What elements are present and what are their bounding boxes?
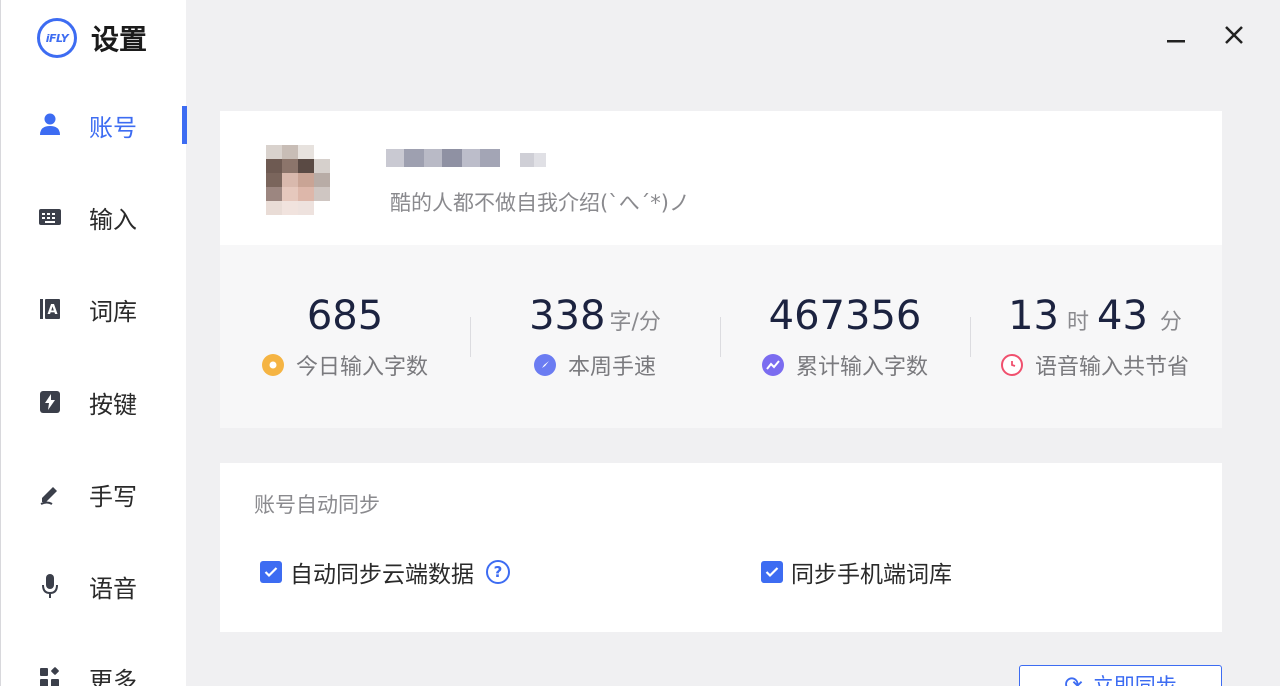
- auto-sync-cloud-option[interactable]: 自动同步云端数据 ?: [260, 555, 510, 589]
- check-icon: [264, 567, 278, 578]
- sync-now-button[interactable]: ⟳ 立即同步: [1019, 665, 1222, 686]
- trend-icon: [761, 354, 784, 376]
- sync-section-title: 账号自动同步: [254, 493, 380, 517]
- clock-icon: [1000, 354, 1023, 376]
- sidebar-item-label: 输入: [89, 205, 137, 234]
- profile-card: 酷的人都不做自我介绍(`へ´*)ノ: [220, 111, 1222, 245]
- sun-icon: [261, 354, 284, 376]
- sync-card: 账号自动同步 自动同步云端数据 ? 同步手机端词库: [220, 463, 1222, 632]
- minimize-icon: [1167, 28, 1185, 47]
- stat-label: 语音输入共节省: [1034, 355, 1189, 380]
- sidebar-item-label: 手写: [89, 482, 137, 511]
- close-icon: [1224, 25, 1244, 49]
- app-title: 设置: [91, 23, 148, 56]
- app-header: iFLY 设置: [37, 18, 147, 58]
- help-icon[interactable]: ?: [486, 560, 510, 584]
- stat-voice-saved: 13 时 43 分 语音输入共节省: [970, 245, 1220, 428]
- stat-value: 467356: [768, 293, 922, 339]
- sidebar-item-label: 账号: [89, 113, 137, 142]
- svg-text:A: A: [47, 303, 57, 318]
- refresh-icon: ⟳: [1064, 672, 1083, 686]
- sync-phone-lexicon-option[interactable]: 同步手机端词库: [761, 555, 952, 589]
- stat-label-row: 今日输入字数: [220, 349, 470, 381]
- sidebar-item-label: 语音: [89, 574, 137, 603]
- profile-signature: 酷的人都不做自我介绍(`へ´*)ノ: [390, 191, 690, 215]
- title-bar: [186, 0, 1280, 78]
- stat-label: 累计输入字数: [795, 355, 928, 380]
- user-icon: [38, 113, 62, 137]
- sidebar-item-lexicon[interactable]: A 词库: [1, 281, 187, 337]
- stat-value: 685: [306, 293, 384, 339]
- rocket-icon: [533, 354, 556, 376]
- minimize-button[interactable]: [1159, 20, 1193, 54]
- stats-panel: 685 今日输入字数 338 字/分 本周手速 467356 累计输入字数 13 时…: [220, 245, 1222, 428]
- auto-sync-cloud-checkbox[interactable]: [260, 561, 282, 583]
- pen-icon: [38, 482, 62, 506]
- sidebar-item-keys[interactable]: 按键: [1, 374, 187, 430]
- grid-icon: [38, 666, 62, 686]
- sidebar-item-label: 更多: [89, 666, 137, 686]
- auto-sync-cloud-label: 自动同步云端数据: [290, 562, 474, 588]
- sync-phone-lexicon-label: 同步手机端词库: [791, 562, 952, 588]
- lightning-icon: [38, 390, 62, 414]
- sync-now-label: 立即同步: [1092, 674, 1177, 686]
- sidebar: iFLY 设置 账号 输入 A 词库 按键 手写 语音 更多: [0, 0, 187, 686]
- stat-week-speed: 338 字/分 本周手速: [470, 245, 720, 428]
- active-indicator: [182, 106, 187, 144]
- microphone-icon: [38, 574, 62, 598]
- stat-value: 338 字/分: [529, 293, 661, 339]
- lexicon-icon: A: [38, 297, 62, 321]
- ifly-logo: iFLY: [37, 18, 77, 58]
- sidebar-item-input[interactable]: 输入: [1, 189, 187, 245]
- username-blurred: [386, 147, 556, 169]
- stat-label: 今日输入字数: [295, 355, 428, 380]
- stat-today-chars: 685 今日输入字数: [220, 245, 470, 428]
- sidebar-item-label: 按键: [89, 390, 137, 419]
- check-icon: [765, 567, 779, 578]
- sidebar-item-voice[interactable]: 语音: [1, 558, 187, 614]
- sidebar-item-handwriting[interactable]: 手写: [1, 466, 187, 522]
- stat-label-row: 累计输入字数: [720, 349, 970, 381]
- sync-phone-lexicon-checkbox[interactable]: [761, 561, 783, 583]
- stat-label-row: 语音输入共节省: [970, 349, 1220, 381]
- sidebar-item-more[interactable]: 更多: [1, 650, 187, 686]
- keyboard-icon: [38, 205, 62, 229]
- stat-total-chars: 467356 累计输入字数: [720, 245, 970, 428]
- close-button[interactable]: [1217, 20, 1251, 54]
- stat-label-row: 本周手速: [470, 349, 720, 381]
- stat-label: 本周手速: [567, 355, 656, 380]
- sidebar-item-label: 词库: [89, 297, 137, 326]
- avatar[interactable]: [254, 133, 354, 233]
- sidebar-item-account[interactable]: 账号: [1, 97, 187, 153]
- stat-value: 13 时 43 分: [1008, 293, 1182, 339]
